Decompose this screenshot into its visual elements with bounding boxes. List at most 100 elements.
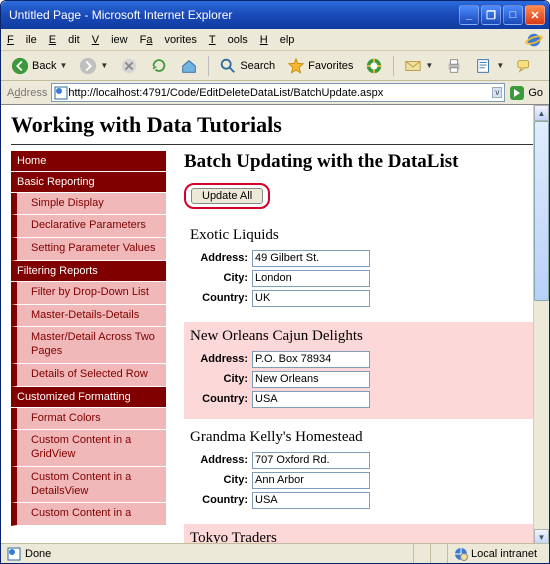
home-icon xyxy=(180,57,198,75)
close-button[interactable]: ✕ xyxy=(525,5,545,25)
country-label: Country: xyxy=(190,393,252,405)
menu-help[interactable]: Help xyxy=(260,34,295,46)
supplier-name: Grandma Kelly's Homestead xyxy=(190,429,527,446)
menu-file[interactable]: File xyxy=(7,34,37,46)
stop-icon xyxy=(120,57,138,75)
url-input[interactable] xyxy=(68,87,492,99)
address-label: Address xyxy=(7,87,47,99)
sidebar-item[interactable]: Custom Content in a xyxy=(11,503,166,526)
sidebar-header[interactable]: Basic Reporting xyxy=(11,172,166,193)
city-label: City: xyxy=(190,373,252,385)
edit-button[interactable]: ▼ xyxy=(471,55,508,77)
sidebar-item[interactable]: Details of Selected Row xyxy=(11,364,166,387)
favorites-button[interactable]: Favorites xyxy=(283,55,357,77)
menu-tools[interactable]: Tools xyxy=(209,34,248,46)
sidebar-item[interactable]: Custom Content in a DetailsView xyxy=(11,467,166,504)
sidebar-header[interactable]: Filtering Reports xyxy=(11,261,166,282)
city-input[interactable] xyxy=(252,472,370,489)
city-input[interactable] xyxy=(252,371,370,388)
status-cell xyxy=(430,544,443,563)
sidebar-item[interactable]: Declarative Parameters xyxy=(11,215,166,238)
sidebar: HomeBasic ReportingSimple DisplayDeclara… xyxy=(11,151,166,545)
country-input[interactable] xyxy=(252,492,370,509)
menu-favorites[interactable]: Favorites xyxy=(140,34,197,46)
country-input[interactable] xyxy=(252,290,370,307)
address-bar: Address v Go xyxy=(1,81,549,105)
go-button[interactable]: Go xyxy=(509,85,543,101)
city-input[interactable] xyxy=(252,270,370,287)
mail-dropdown-icon[interactable]: ▼ xyxy=(425,61,433,70)
search-label: Search xyxy=(240,60,275,72)
datalist-item: Grandma Kelly's HomesteadAddress:City:Co… xyxy=(184,423,533,520)
mail-button[interactable]: ▼ xyxy=(400,55,437,77)
menu-view[interactable]: View xyxy=(92,34,128,46)
status-zone: Local intranet xyxy=(447,544,543,563)
forward-button[interactable]: ▼ xyxy=(75,55,112,77)
city-label: City: xyxy=(190,272,252,284)
window-title: Untitled Page - Microsoft Internet Explo… xyxy=(9,8,457,22)
sidebar-item[interactable]: Simple Display xyxy=(11,193,166,216)
go-icon xyxy=(509,85,525,101)
status-bar: Done Local intranet xyxy=(1,543,549,563)
sidebar-item[interactable]: Custom Content in a GridView xyxy=(11,430,166,467)
sidebar-item[interactable]: Master-Details-Details xyxy=(11,305,166,328)
refresh-icon xyxy=(150,57,168,75)
datalist-item: New Orleans Cajun DelightsAddress:City:C… xyxy=(184,322,533,419)
back-icon xyxy=(11,57,29,75)
site-title: Working with Data Tutorials xyxy=(11,110,539,145)
update-all-highlight: Update All xyxy=(184,183,270,209)
supplier-name: Exotic Liquids xyxy=(190,227,527,244)
ie-logo-icon xyxy=(525,31,543,49)
forward-dropdown-icon[interactable]: ▼ xyxy=(100,61,108,70)
window-titlebar: Untitled Page - Microsoft Internet Explo… xyxy=(1,1,549,29)
scroll-up-icon[interactable]: ▲ xyxy=(534,105,549,121)
scroll-thumb[interactable] xyxy=(534,121,549,301)
menu-edit[interactable]: Edit xyxy=(49,34,80,46)
favorites-label: Favorites xyxy=(308,60,353,72)
status-cell xyxy=(413,544,426,563)
edit-dropdown-icon[interactable]: ▼ xyxy=(496,61,504,70)
page-heading: Batch Updating with the DataList xyxy=(184,151,533,173)
status-text: Done xyxy=(25,548,51,560)
update-all-button[interactable]: Update All xyxy=(191,188,263,204)
address-dropdown-icon[interactable]: v xyxy=(492,87,502,98)
sidebar-item[interactable]: Format Colors xyxy=(11,408,166,431)
mail-icon xyxy=(404,57,422,75)
vertical-scrollbar[interactable]: ▲ ▼ xyxy=(533,105,549,545)
zone-icon xyxy=(454,547,468,561)
discuss-button[interactable] xyxy=(512,55,538,77)
page-content: Home > Editing and Deleting with the Dat… xyxy=(1,105,549,545)
back-dropdown-icon[interactable]: ▼ xyxy=(59,61,67,70)
sidebar-header[interactable]: Home xyxy=(11,151,166,172)
minimize-button[interactable]: _ xyxy=(459,5,479,25)
address-input[interactable] xyxy=(252,250,370,267)
address-box[interactable]: v xyxy=(51,83,505,102)
address-label: Address: xyxy=(190,252,252,264)
country-label: Country: xyxy=(190,292,252,304)
city-label: City: xyxy=(190,474,252,486)
toolbar: Back ▼ ▼ Search Favorites ▼ ▼ xyxy=(1,51,549,81)
star-icon xyxy=(287,57,305,75)
print-button[interactable] xyxy=(441,55,467,77)
main-content: Batch Updating with the DataList Update … xyxy=(166,151,539,545)
address-input[interactable] xyxy=(252,452,370,469)
back-button[interactable]: Back ▼ xyxy=(7,55,71,77)
sidebar-item[interactable]: Filter by Drop-Down List xyxy=(11,282,166,305)
address-label: Address: xyxy=(190,353,252,365)
home-button[interactable] xyxy=(176,55,202,77)
address-input[interactable] xyxy=(252,351,370,368)
go-label: Go xyxy=(528,87,543,99)
back-label: Back xyxy=(32,60,56,72)
sidebar-item[interactable]: Setting Parameter Values xyxy=(11,238,166,261)
country-input[interactable] xyxy=(252,391,370,408)
stop-button[interactable] xyxy=(116,55,142,77)
refresh-button[interactable] xyxy=(146,55,172,77)
sidebar-header[interactable]: Customized Formatting xyxy=(11,387,166,408)
search-button[interactable]: Search xyxy=(215,55,279,77)
maximize-button[interactable]: □ xyxy=(503,5,523,25)
restore-button[interactable]: ❐ xyxy=(481,5,501,25)
sidebar-item[interactable]: Master/Detail Across Two Pages xyxy=(11,327,166,364)
media-icon xyxy=(365,57,383,75)
media-button[interactable] xyxy=(361,55,387,77)
edit-icon xyxy=(475,57,493,75)
